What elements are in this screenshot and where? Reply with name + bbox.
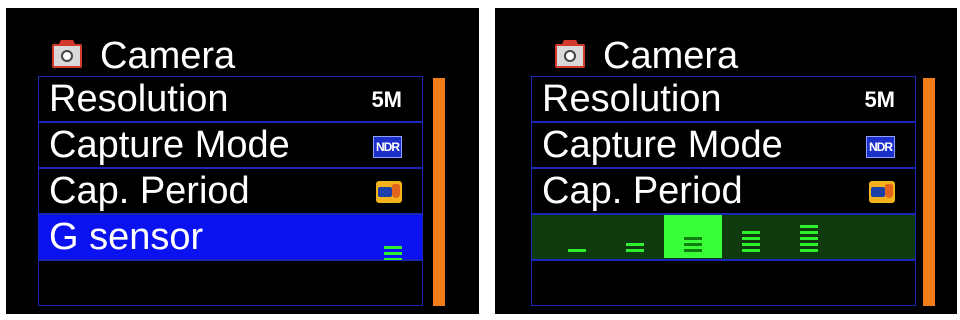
menu-item-label: Resolution [49, 78, 229, 120]
menu-item-label: Cap. Period [49, 170, 250, 212]
camera-menu-screen-left: Camera Resolution 5M Capture Mode NDR Ca… [6, 8, 479, 314]
menu-item-capture-mode[interactable]: Capture Mode NDR [531, 122, 916, 168]
capture-period-icon [376, 181, 402, 203]
camera-icon [555, 44, 585, 68]
menu-list: Resolution 5M Capture Mode NDR Cap. Peri… [38, 76, 423, 308]
g-sensor-level-icon [626, 243, 644, 252]
scrollbar[interactable] [923, 78, 935, 306]
menu-item-label: Resolution [542, 78, 722, 120]
g-sensor-level-5[interactable] [780, 215, 838, 258]
menu-item-label: G sensor [49, 216, 204, 258]
resolution-value: 5M [371, 87, 402, 112]
g-sensor-level-icon [384, 246, 402, 261]
capture-period-icon [869, 181, 895, 203]
menu-item-label: Capture Mode [542, 124, 783, 166]
menu-header: Camera [52, 34, 235, 78]
g-sensor-level-icon [568, 249, 586, 252]
menu-title: Camera [100, 35, 236, 77]
scrollbar[interactable] [433, 78, 445, 306]
g-sensor-levels [548, 215, 838, 258]
menu-item-label: Capture Mode [49, 124, 290, 166]
menu-item-cap-period[interactable]: Cap. Period [38, 168, 423, 214]
menu-item-cap-period[interactable]: Cap. Period [531, 168, 916, 214]
g-sensor-level-icon [742, 231, 760, 252]
g-sensor-level-icon [684, 237, 702, 252]
cap-period-value [376, 181, 402, 203]
menu-item-g-sensor[interactable]: G sensor [38, 214, 423, 261]
menu-item-capture-mode[interactable]: Capture Mode NDR [38, 122, 423, 168]
resolution-value: 5M [864, 87, 895, 112]
g-sensor-level-1[interactable] [548, 215, 606, 258]
g-sensor-level-icon [800, 225, 818, 252]
capture-mode-value: NDR [866, 133, 895, 158]
g-sensor-level-4[interactable] [722, 215, 780, 258]
menu-list: Resolution 5M Capture Mode NDR Cap. Peri… [531, 76, 916, 308]
menu-item-resolution[interactable]: Resolution 5M [38, 76, 423, 122]
cap-period-value [869, 181, 895, 203]
g-sensor-value [384, 231, 402, 261]
g-sensor-level-selector[interactable] [531, 214, 916, 260]
ndr-badge: NDR [373, 136, 402, 158]
menu-item-empty [531, 260, 916, 306]
menu-header: Camera [555, 34, 738, 78]
g-sensor-level-3[interactable] [664, 215, 722, 258]
g-sensor-level-2[interactable] [606, 215, 664, 258]
menu-title: Camera [603, 35, 739, 77]
menu-item-empty [38, 260, 423, 306]
menu-item-label: Cap. Period [542, 170, 743, 212]
menu-item-resolution[interactable]: Resolution 5M [531, 76, 916, 122]
camera-icon [52, 44, 82, 68]
camera-menu-screen-right: Camera Resolution 5M Capture Mode NDR Ca… [495, 8, 957, 314]
capture-mode-value: NDR [373, 133, 402, 158]
ndr-badge: NDR [866, 136, 895, 158]
